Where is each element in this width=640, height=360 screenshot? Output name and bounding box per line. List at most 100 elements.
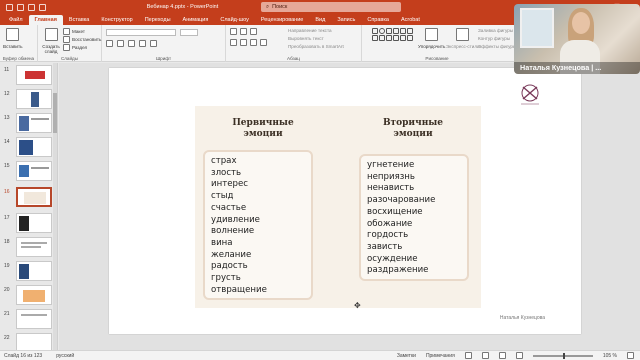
emotion-item: страх	[211, 156, 237, 166]
shapes-gallery[interactable]	[372, 28, 413, 50]
indent-icon[interactable]	[250, 28, 257, 35]
shape-fill-button[interactable]: Заливка фигуры	[478, 28, 513, 33]
strikethrough-icon[interactable]	[139, 40, 146, 47]
tab-acrobat[interactable]: Acrobat	[395, 15, 426, 25]
shape-triangle-icon[interactable]	[400, 28, 406, 34]
reading-view-icon[interactable]	[498, 352, 506, 359]
current-slide[interactable]: Первичные эмоции Вторичные эмоции страх з…	[109, 68, 581, 334]
slide-thumbnails-pane[interactable]: 11 12 13 14 15 16 17 18 19 20 21 22	[0, 63, 58, 350]
save-icon[interactable]	[17, 3, 24, 11]
sorter-view-icon[interactable]	[481, 352, 489, 359]
tab-help[interactable]: Справка	[361, 15, 395, 25]
tab-design[interactable]: Конструктор	[95, 15, 138, 25]
shape-more-icon[interactable]	[407, 35, 413, 41]
font-size-select[interactable]	[180, 29, 198, 36]
emotion-item: радость	[211, 261, 248, 272]
arrange-icon	[425, 28, 439, 41]
font-family-select[interactable]	[106, 29, 176, 36]
shape-rect-icon[interactable]	[372, 28, 378, 34]
shape-block-arrow-icon[interactable]	[400, 35, 406, 41]
tab-transitions[interactable]: Переходы	[139, 15, 177, 25]
align-center-icon[interactable]	[240, 39, 247, 46]
layout-button[interactable]: Макет	[63, 28, 85, 35]
group-clipboard: Вставить Буфер обмена	[0, 25, 38, 62]
tab-animations[interactable]: Анимация	[177, 15, 215, 25]
bold-icon[interactable]	[106, 40, 113, 47]
tab-view[interactable]: Вид	[309, 15, 331, 25]
slide-thumbnail[interactable]: 11	[4, 65, 56, 87]
shape-line-icon[interactable]	[386, 28, 392, 34]
presenter-face	[572, 12, 590, 34]
comments-button[interactable]: Примечания	[426, 353, 455, 359]
slide-thumbnail[interactable]: 14	[4, 137, 56, 159]
autosave-icon[interactable]	[6, 3, 13, 11]
tab-slideshow[interactable]: Слайд-шоу	[214, 15, 255, 25]
slide-counter: Слайд 16 из 123	[4, 352, 43, 359]
tab-review[interactable]: Рецензирование	[255, 15, 309, 25]
slide-thumbnail-active[interactable]: 16	[4, 187, 56, 209]
slide-thumbnail[interactable]: 13	[4, 113, 56, 135]
tab-record[interactable]: Запись	[331, 15, 361, 25]
zoom-slider-handle[interactable]	[562, 352, 565, 359]
quick-styles-button[interactable]: Экспресс-стили	[446, 28, 480, 49]
bullets-icon[interactable]	[230, 28, 237, 35]
slide-thumbnail[interactable]: 21	[4, 309, 56, 331]
redo-icon[interactable]	[39, 3, 46, 11]
scrollbar-thumb[interactable]	[53, 93, 57, 133]
shape-brace-icon[interactable]	[372, 35, 378, 41]
reset-button[interactable]: Восстановить	[63, 36, 101, 43]
shape-outline-button[interactable]: Контур фигуры	[478, 36, 510, 41]
slide-thumbnail[interactable]: 19	[4, 261, 56, 283]
justify-icon[interactable]	[260, 39, 267, 46]
search-box[interactable]: ⌕ Поиск	[261, 2, 401, 12]
shape-arrow-icon[interactable]	[393, 28, 399, 34]
align-right-icon[interactable]	[250, 39, 257, 46]
thumbnail-image	[16, 333, 52, 350]
tab-file[interactable]: Файл	[3, 15, 29, 25]
slide-thumbnail[interactable]: 22	[4, 333, 56, 350]
shape-star-icon[interactable]	[407, 28, 413, 34]
emotion-item: злость	[211, 167, 242, 178]
slide-thumbnail[interactable]: 18	[4, 237, 56, 259]
slide-thumbnail[interactable]: 17	[4, 213, 56, 235]
quick-styles-icon	[456, 28, 470, 41]
shape-textbox-icon[interactable]	[386, 35, 392, 41]
shape-effects-button[interactable]: Эффекты фигуры	[478, 44, 516, 49]
tab-home[interactable]: Главная	[28, 15, 63, 25]
align-left-icon[interactable]	[230, 39, 237, 46]
new-slide-button[interactable]: Создать слайд	[41, 28, 61, 54]
shape-callout-icon[interactable]	[379, 35, 385, 41]
font-color-icon[interactable]	[150, 40, 157, 47]
zoom-slider[interactable]	[532, 352, 593, 359]
primary-emotions-heading: Первичные эмоции	[232, 118, 294, 139]
text-direction-button[interactable]: Направление текста	[288, 28, 332, 33]
paste-button[interactable]: Вставить	[3, 28, 22, 49]
slide-thumbnail[interactable]: 15	[4, 161, 56, 183]
slide-thumbnail[interactable]: 20	[4, 285, 56, 307]
underline-icon[interactable]	[128, 40, 135, 47]
slideshow-view-icon[interactable]	[515, 352, 523, 359]
thumbnails-scrollbar[interactable]	[53, 63, 57, 350]
numbering-icon[interactable]	[240, 28, 247, 35]
convert-smartart-button[interactable]: Преобразовать в SmartArt	[288, 44, 344, 49]
section-button[interactable]: Раздел	[63, 44, 87, 51]
tab-insert[interactable]: Вставка	[63, 15, 95, 25]
slide-thumbnail[interactable]: 12	[4, 89, 56, 111]
align-text-button[interactable]: Выровнять текст	[288, 36, 324, 41]
italic-icon[interactable]	[117, 40, 124, 47]
language-indicator[interactable]: русский	[56, 353, 74, 359]
notes-button[interactable]: Заметки	[397, 353, 416, 359]
shape-curve-icon[interactable]	[393, 35, 399, 41]
slide-canvas[interactable]: Первичные эмоции Вторичные эмоции страх з…	[59, 63, 640, 350]
undo-icon[interactable]	[28, 3, 35, 11]
fit-slide-icon[interactable]	[627, 352, 634, 359]
zoom-level[interactable]: 105 %	[603, 353, 617, 359]
shape-oval-icon[interactable]	[379, 28, 385, 34]
emotion-item: грусть	[211, 273, 241, 284]
arrange-button[interactable]: Упорядочить	[418, 28, 445, 49]
secondary-emotions-box: угнетение неприязнь ненависть разочарование…	[359, 154, 469, 281]
emotion-item: разочарование	[367, 195, 436, 206]
group-slides: Создать слайд Макет Восстановить Раздел …	[38, 25, 102, 62]
primary-emotions-box: страх злость интерес стыд счастье удивление во…	[203, 150, 313, 300]
normal-view-icon[interactable]	[464, 352, 472, 359]
